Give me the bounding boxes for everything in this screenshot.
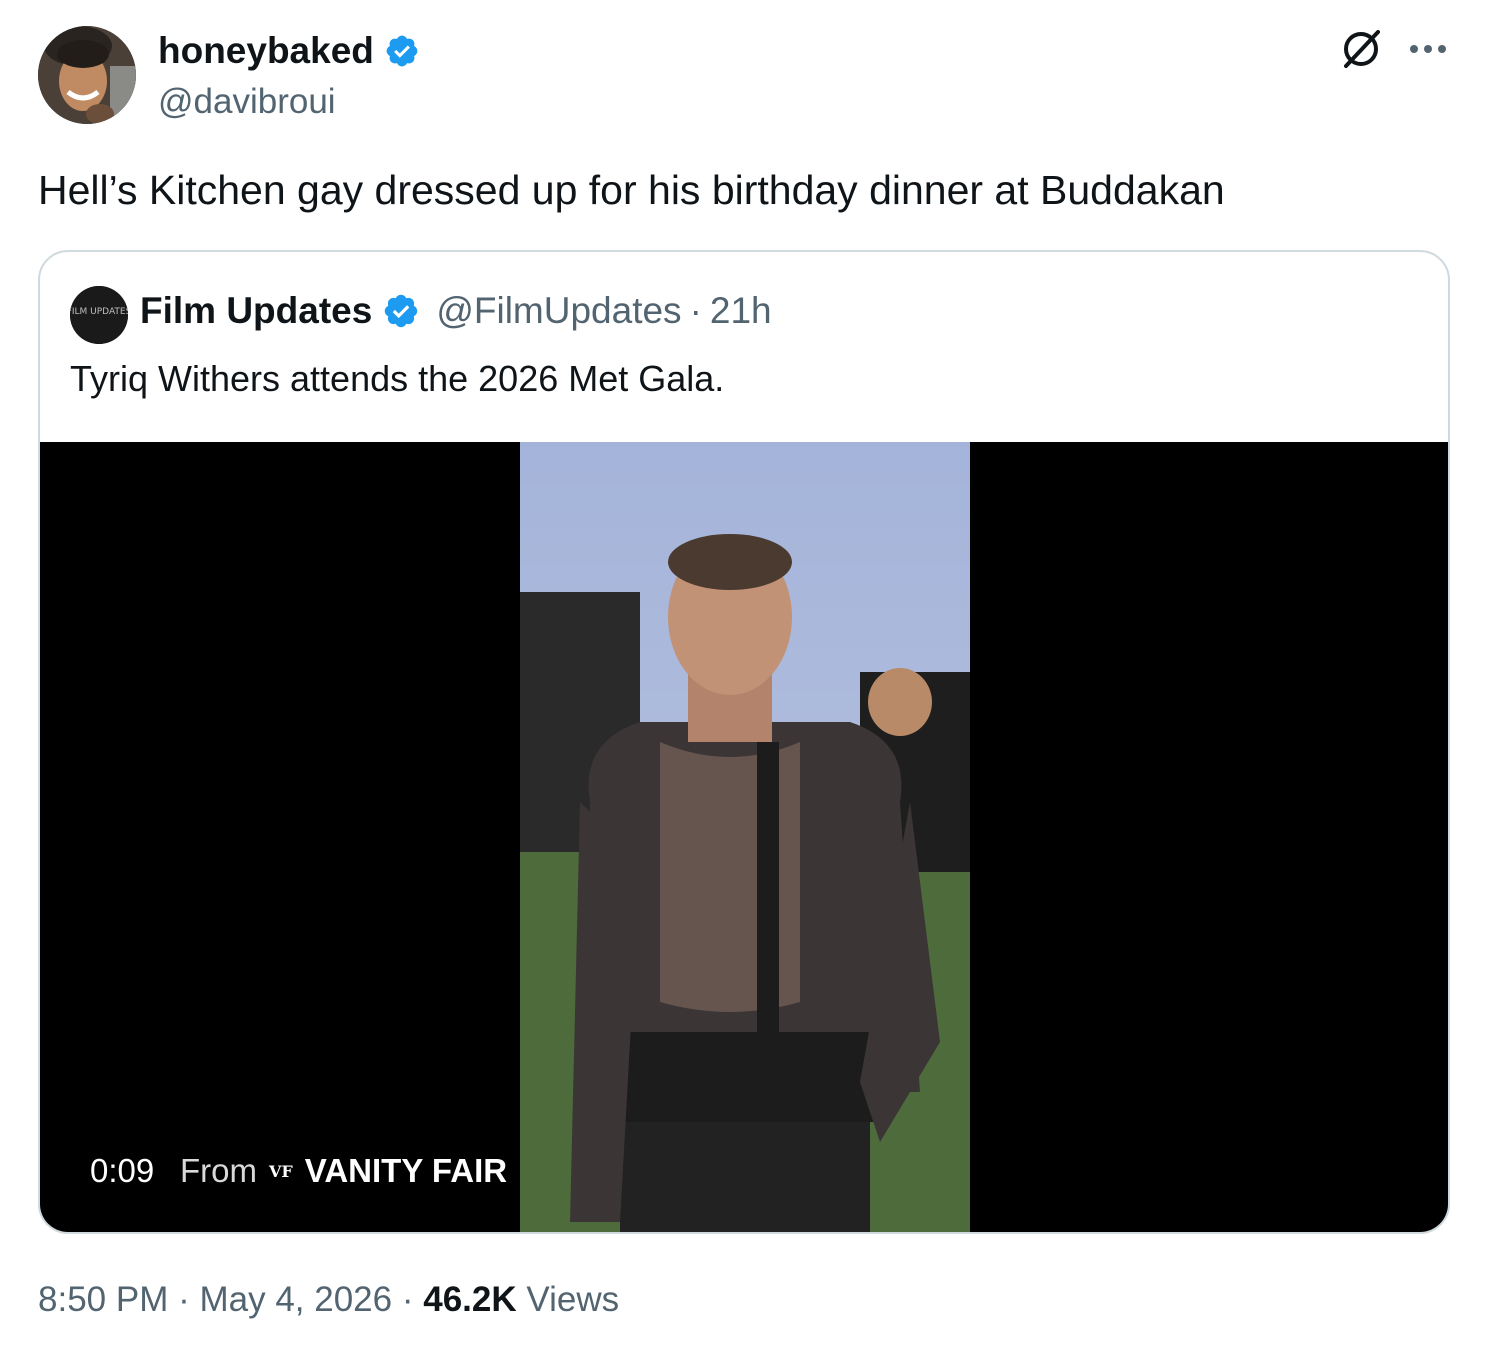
author-display-name[interactable]: honeybaked	[158, 30, 420, 72]
video-player[interactable]: 0:09 From VF VANITY FAIR	[40, 442, 1448, 1232]
more-icon[interactable]	[1406, 32, 1450, 66]
video-elapsed: 0:09	[90, 1152, 155, 1189]
author-avatar[interactable]	[38, 26, 136, 124]
quoted-handle[interactable]: @FilmUpdates	[436, 290, 681, 332]
views-label: Views	[526, 1280, 620, 1319]
tweet-header: honeybaked @davibroui	[38, 26, 1450, 126]
tweet-meta: 8:50 PM · May 4, 2026 · 46.2K Views	[38, 1280, 619, 1320]
quoted-separator: ·	[689, 290, 702, 331]
quoted-author-line[interactable]: Film Updates @FilmUpdates · 21h	[140, 290, 772, 332]
verified-badge-icon	[386, 35, 418, 67]
meta-separator: ·	[401, 1280, 414, 1319]
quoted-avatar-text: FILM UPDATES	[70, 307, 128, 317]
quoted-avatar[interactable]: FILM UPDATES	[67, 286, 132, 344]
views-count[interactable]: 46.2K	[423, 1280, 516, 1319]
video-source[interactable]: From VF VANITY FAIR	[180, 1152, 507, 1190]
verified-badge-icon	[385, 294, 418, 328]
meta-separator: ·	[178, 1280, 190, 1319]
tweet-time[interactable]: 8:50 PM	[38, 1280, 168, 1319]
quoted-text: Tyriq Withers attends the 2026 Met Gala.	[70, 358, 725, 399]
vanity-fair-logo: VF	[269, 1161, 293, 1181]
author-name-text[interactable]: honeybaked	[158, 30, 374, 72]
author-handle[interactable]: @davibroui	[158, 82, 336, 122]
quoted-display-name[interactable]: Film Updates	[140, 290, 372, 332]
tweet-text: Hell’s Kitchen gay dressed up for his bi…	[38, 167, 1225, 213]
quoted-age[interactable]: 21h	[710, 290, 772, 332]
video-source-prefix: From	[180, 1152, 257, 1189]
video-source-name[interactable]: VANITY FAIR	[305, 1152, 507, 1190]
tweet-date[interactable]: May 4, 2026	[199, 1280, 392, 1319]
video-thumbnail[interactable]	[520, 442, 970, 1232]
quoted-tweet[interactable]: FILM UPDATES Film Updates @FilmUpdates ·…	[38, 250, 1450, 1234]
grok-icon[interactable]	[1338, 26, 1384, 72]
